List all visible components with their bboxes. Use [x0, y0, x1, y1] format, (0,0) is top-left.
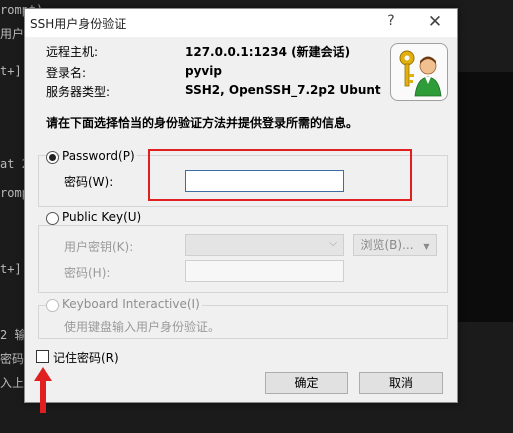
title-bar[interactable]: SSH用户身份验证 ? ✕ — [25, 9, 457, 37]
passphrase-label: 密码(H): — [64, 266, 111, 280]
browse-button[interactable]: 浏览(B)... ▼ — [353, 234, 437, 256]
ssh-auth-dialog: SSH用户身份验证 ? ✕ 远程主机: 127.0.0.1:1234 (新建会话… — [24, 8, 458, 403]
chevron-down-icon: ⌵ — [329, 238, 337, 249]
password-field-label: 密码(W): — [64, 175, 114, 189]
public-key-radio-label[interactable]: Public Key(U) — [60, 210, 144, 224]
terminal-line: t+] — [0, 262, 22, 276]
terminal-line: t+] — [0, 64, 22, 78]
keyboard-interactive-desc: 使用键盘输入用户身份验证。 — [64, 320, 221, 334]
terminal-line: 入上 — [0, 376, 25, 390]
password-radio[interactable] — [46, 151, 59, 164]
dropdown-arrow-icon: ▼ — [423, 242, 430, 251]
user-key-label: 用户密钥(K): — [64, 240, 134, 254]
user-key-select[interactable]: ⌵ — [185, 234, 344, 256]
keyboard-interactive-radio[interactable] — [46, 299, 59, 312]
remember-password-checkbox[interactable] — [36, 350, 49, 363]
ok-button[interactable]: 确定 — [265, 372, 348, 394]
close-button[interactable]: ✕ — [425, 12, 445, 34]
dialog-title: SSH用户身份验证 — [30, 17, 127, 31]
remote-host-label: 远程主机: — [46, 45, 99, 59]
public-key-radio[interactable] — [46, 212, 59, 225]
terminal-dark-panel — [453, 72, 513, 322]
keyboard-interactive-label[interactable]: Keyboard Interactive(I) — [60, 297, 202, 311]
passphrase-input[interactable] — [185, 260, 344, 282]
annotation-arrow-icon — [34, 367, 52, 413]
cancel-button[interactable]: 取消 — [359, 372, 443, 394]
annotation-highlight-box — [148, 149, 412, 201]
radio-selected-dot — [49, 154, 56, 161]
password-radio-label[interactable]: Password(P) — [60, 149, 137, 163]
instruction-text: 请在下面选择恰当的身份验证方法并提供登录所需的信息。 — [46, 116, 359, 130]
login-name-value: pyvip — [185, 64, 222, 78]
remote-host-value: 127.0.0.1:1234 (新建会话) — [185, 45, 351, 59]
login-name-label: 登录名: — [46, 66, 87, 80]
user-keys-icon — [390, 43, 448, 101]
terminal-line: 密码 — [0, 352, 25, 366]
server-type-label: 服务器类型: — [46, 85, 111, 99]
help-button[interactable]: ? — [381, 13, 401, 33]
remember-password-label[interactable]: 记住密码(R) — [53, 349, 119, 366]
terminal-line: 2 输 — [0, 328, 27, 342]
server-type-value: SSH2, OpenSSH_7.2p2 Ubuntu-4ubuntu2.8 — [185, 83, 381, 97]
browse-button-label: 浏览(B)... — [360, 238, 414, 252]
